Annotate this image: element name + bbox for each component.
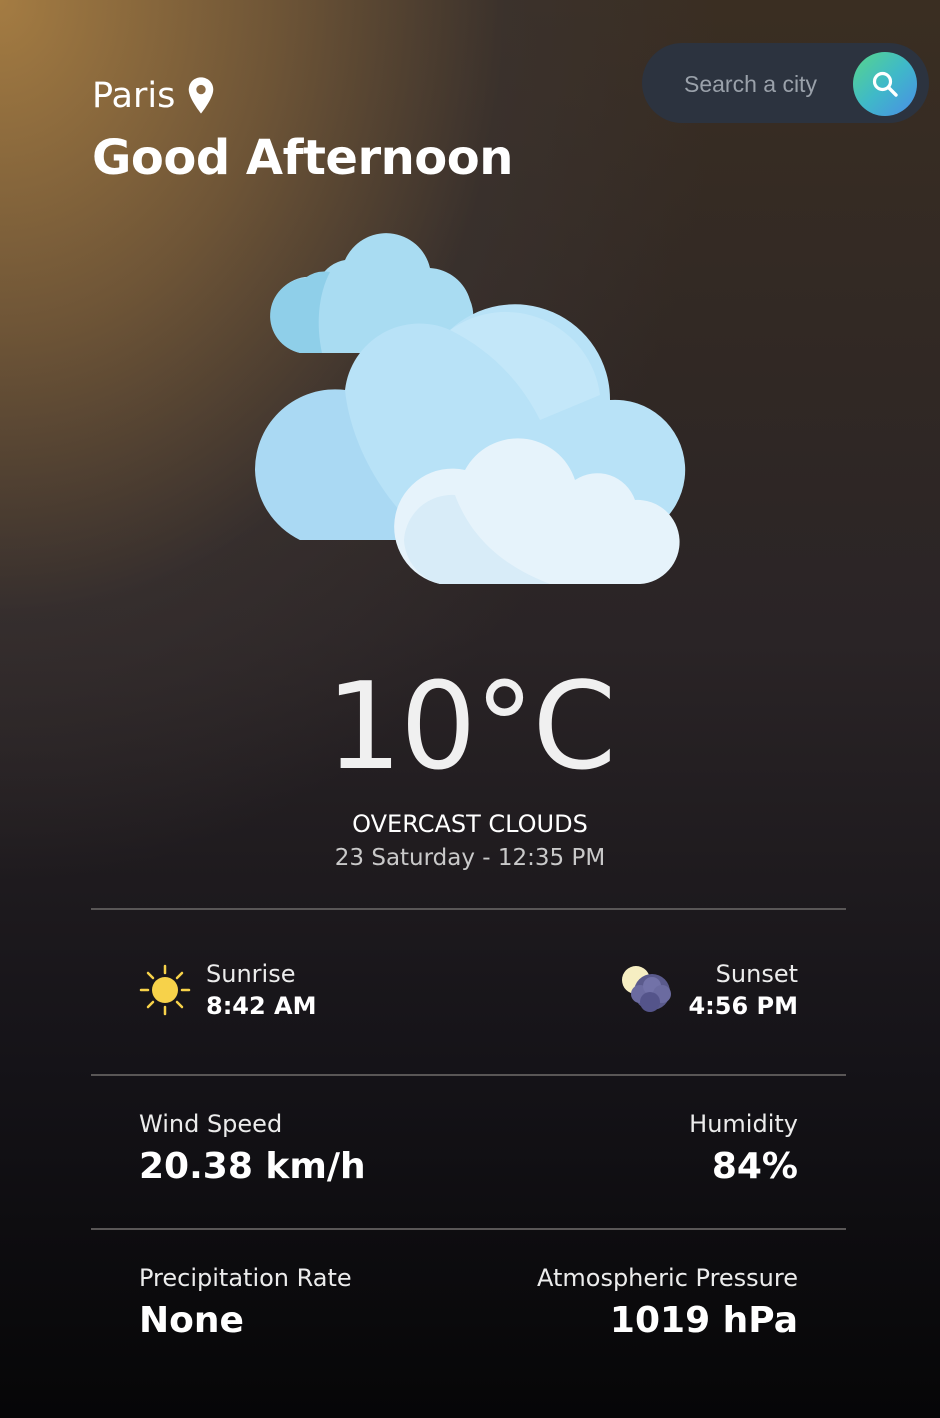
sunset-time: 4:56 PM xyxy=(688,992,798,1020)
temperature: 10°C xyxy=(325,658,616,797)
divider xyxy=(91,1228,846,1230)
divider xyxy=(91,908,846,910)
sunrise-time: 8:42 AM xyxy=(206,992,317,1020)
sunset-label: Sunset xyxy=(715,960,798,988)
precipitation-rate: Precipitation Rate None xyxy=(139,1264,352,1341)
sunrise-icon xyxy=(139,964,191,1016)
city-name: Paris xyxy=(92,76,176,116)
sunset: Sunset 4:56 PM xyxy=(618,960,798,1020)
precipitation-label: Precipitation Rate xyxy=(139,1264,352,1292)
precipitation-value: None xyxy=(139,1300,244,1341)
wind-speed: Wind Speed 20.38 km/h xyxy=(139,1110,366,1187)
pressure-value: 1019 hPa xyxy=(609,1300,798,1341)
search-icon xyxy=(872,71,898,97)
atmospheric-pressure: Atmospheric Pressure 1019 hPa xyxy=(537,1264,798,1341)
sunset-icon xyxy=(622,966,672,1012)
humidity-label: Humidity xyxy=(689,1110,798,1138)
humidity: Humidity 84% xyxy=(689,1110,798,1187)
date-time: 23 Saturday - 12:35 PM xyxy=(334,845,606,871)
overcast-clouds-icon xyxy=(254,233,686,584)
search-button[interactable] xyxy=(853,52,917,116)
wind-speed-value: 20.38 km/h xyxy=(139,1146,366,1187)
humidity-value: 84% xyxy=(711,1146,798,1187)
search-input[interactable] xyxy=(682,63,866,105)
sunrise-label: Sunrise xyxy=(206,960,296,988)
divider xyxy=(91,1074,846,1076)
sunrise: Sunrise 8:42 AM xyxy=(138,960,317,1020)
weather-description: OVERCAST CLOUDS xyxy=(352,810,588,838)
location-pin-icon xyxy=(189,77,214,114)
greeting: Good Afternoon xyxy=(92,130,513,186)
pressure-label: Atmospheric Pressure xyxy=(536,1264,798,1292)
location: Paris xyxy=(92,76,215,116)
wind-speed-label: Wind Speed xyxy=(139,1110,283,1138)
